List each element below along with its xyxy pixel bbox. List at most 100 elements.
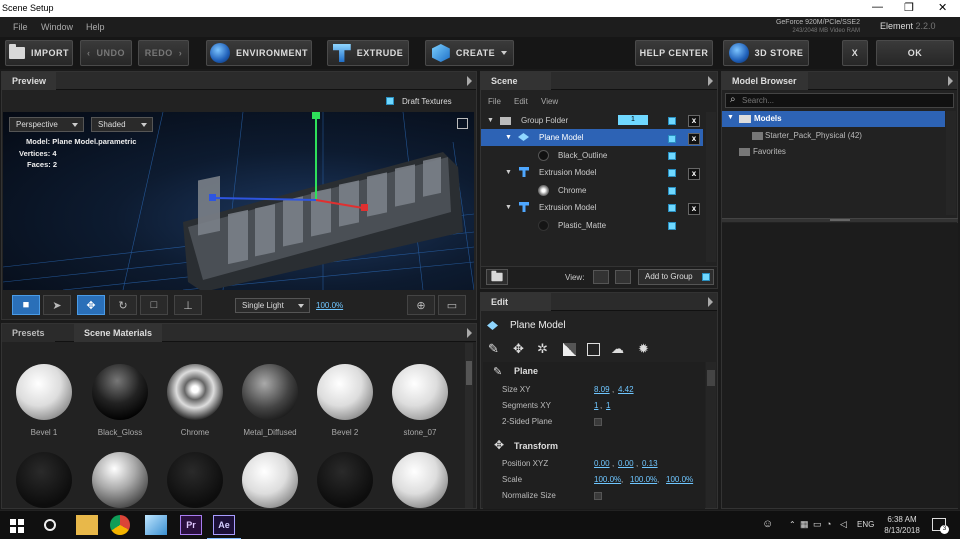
camera-tool-button[interactable]: ■ — [12, 295, 40, 315]
position-x-value[interactable]: 0.00 — [594, 459, 610, 468]
camera-dropdown[interactable]: Perspective — [9, 117, 84, 132]
zoom-level[interactable]: 100.0% — [316, 301, 343, 310]
axis-tool-button[interactable]: ⊥ — [174, 295, 202, 315]
settings-icon[interactable]: ✹ — [638, 341, 649, 357]
scene-menu-file[interactable]: File — [488, 97, 501, 106]
delete-button[interactable]: x — [688, 168, 700, 180]
volume-icon[interactable]: ◁ — [840, 519, 847, 530]
texture-icon[interactable] — [563, 343, 576, 356]
scene-menu-edit[interactable]: Edit — [514, 97, 528, 106]
chrome-icon[interactable] — [110, 515, 130, 535]
two-sided-checkbox[interactable] — [594, 418, 602, 426]
visibility-checkbox[interactable] — [668, 152, 676, 160]
target-button[interactable]: ⊕ — [407, 295, 435, 315]
panel-expand-icon[interactable] — [467, 76, 472, 86]
menu-window[interactable]: Window — [41, 22, 73, 32]
gears-icon[interactable]: ✲ — [537, 341, 548, 357]
material-sphere-chrome[interactable] — [167, 364, 223, 420]
redo-button[interactable]: REDO › — [138, 40, 189, 66]
add-to-group-button[interactable]: Add to Group — [638, 269, 714, 285]
cortana-icon[interactable] — [44, 519, 56, 531]
battery-icon[interactable]: ▭ — [813, 519, 822, 530]
language-indicator[interactable]: ENG — [857, 520, 874, 529]
expand-arrow-icon[interactable]: ▼ — [727, 114, 734, 121]
visibility-checkbox[interactable] — [668, 117, 676, 125]
app-icon[interactable] — [145, 515, 167, 535]
tab-edit[interactable]: Edit — [481, 293, 551, 311]
tab-preview[interactable]: Preview — [2, 72, 57, 90]
scene-menu-view[interactable]: View — [541, 97, 558, 106]
material-sphere[interactable] — [16, 452, 72, 508]
visibility-checkbox[interactable] — [668, 135, 676, 143]
move-icon[interactable]: ✥ — [513, 341, 524, 357]
tab-scene[interactable]: Scene — [481, 72, 551, 90]
browser-search-box[interactable]: ⌕ — [725, 93, 954, 108]
fullscreen-icon[interactable] — [457, 118, 468, 129]
materials-scroll-thumb[interactable] — [466, 361, 472, 385]
material-sphere-stone-07[interactable] — [392, 364, 448, 420]
draft-textures-checkbox[interactable] — [386, 97, 394, 105]
edit-expand-icon[interactable] — [708, 297, 713, 307]
material-sphere[interactable] — [92, 452, 148, 508]
material-sphere-bevel-2[interactable] — [317, 364, 373, 420]
browser-item-starter-pack[interactable]: Starter_Pack_Physical (42) — [722, 128, 945, 143]
new-folder-button[interactable] — [486, 269, 508, 285]
material-sphere[interactable] — [317, 452, 373, 508]
network-icon[interactable]: ▦ — [800, 519, 809, 530]
rotate-tool-button[interactable]: ↻ — [109, 295, 137, 315]
tab-presets[interactable]: Presets — [2, 324, 55, 342]
segments-y-value[interactable]: 1 — [606, 401, 610, 410]
ok-button[interactable]: OK — [876, 40, 954, 66]
wrench-icon[interactable]: ✎ — [488, 341, 499, 357]
materials-scrollbar[interactable] — [465, 343, 473, 508]
browser-splitter[interactable] — [722, 218, 958, 222]
help-center-button[interactable]: HELP CENTER — [635, 40, 713, 66]
after-effects-icon[interactable]: Ae — [213, 515, 235, 535]
material-sphere-black-gloss[interactable] — [92, 364, 148, 420]
delete-button[interactable]: x — [688, 203, 700, 215]
import-button[interactable]: IMPORT — [5, 40, 73, 66]
scale-x-value[interactable]: 100.0% — [594, 475, 621, 484]
expand-arrow-icon[interactable]: ▼ — [505, 129, 512, 146]
close-window-button[interactable]: ✕ — [938, 1, 947, 14]
material-sphere[interactable] — [392, 452, 448, 508]
clock[interactable]: 6:38 AM 8/13/2018 — [880, 514, 924, 536]
visibility-checkbox[interactable] — [668, 169, 676, 177]
expand-arrow-icon[interactable]: ▼ — [505, 199, 512, 216]
lighting-dropdown[interactable]: Single Light — [235, 298, 310, 313]
view-sphere-button[interactable] — [593, 270, 609, 284]
edit-scrollbar[interactable] — [706, 362, 716, 508]
light-icon[interactable]: ☁ — [611, 341, 624, 357]
position-y-value[interactable]: 0.00 — [618, 459, 634, 468]
extrude-button[interactable]: EXTRUDE — [327, 40, 409, 66]
group-badge[interactable]: 1 — [618, 115, 648, 125]
browser-item-favorites[interactable]: Favorites — [722, 144, 945, 159]
scale-y-value[interactable]: 100.0% — [630, 475, 657, 484]
uv-icon[interactable] — [587, 343, 600, 356]
scale-tool-button[interactable]: □ — [140, 295, 168, 315]
people-icon[interactable]: ☺ — [762, 518, 773, 530]
splitter-handle[interactable] — [830, 219, 850, 221]
minimize-button[interactable]: — — [872, 1, 883, 13]
segments-x-value[interactable]: 1 — [594, 401, 598, 410]
browser-item-models[interactable]: ▼ Models — [722, 111, 945, 127]
material-sphere[interactable] — [242, 452, 298, 508]
size-y-value[interactable]: 4.42 — [618, 385, 634, 394]
position-z-value[interactable]: 0.13 — [642, 459, 658, 468]
wifi-icon[interactable]: ◔ — [826, 519, 831, 529]
browser-expand-icon[interactable] — [948, 76, 953, 86]
select-tool-button[interactable]: ➤ — [43, 295, 71, 315]
cancel-button[interactable]: X — [842, 40, 868, 66]
scene-scrollbar[interactable] — [706, 112, 716, 262]
undo-button[interactable]: ‹ UNDO — [80, 40, 132, 66]
browser-scrollbar[interactable] — [946, 111, 956, 215]
file-explorer-icon[interactable] — [76, 515, 98, 535]
3d-store-button[interactable]: 3D STORE — [723, 40, 809, 66]
material-sphere-bevel-1[interactable] — [16, 364, 72, 420]
visibility-checkbox[interactable] — [668, 222, 676, 230]
restore-button[interactable]: ❐ — [904, 1, 914, 14]
menu-file[interactable]: File — [13, 22, 28, 32]
add-to-group-checkbox[interactable] — [702, 273, 710, 281]
tray-chevron-icon[interactable]: ⌃ — [789, 520, 796, 529]
visibility-checkbox[interactable] — [668, 187, 676, 195]
